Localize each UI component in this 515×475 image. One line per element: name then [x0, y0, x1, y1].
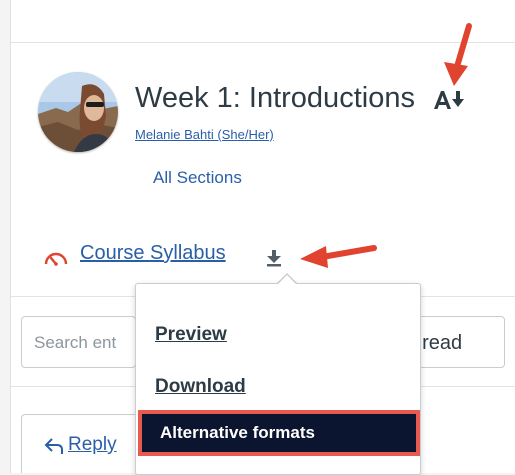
menu-item-preview[interactable]: Preview: [155, 324, 227, 346]
avatar[interactable]: [38, 72, 118, 152]
accessibility-download-icon[interactable]: [432, 88, 468, 112]
reply-link[interactable]: Reply: [68, 434, 117, 456]
download-icon[interactable]: [264, 248, 284, 268]
search-input[interactable]: Search ent: [21, 316, 136, 368]
gauge-icon: [44, 252, 68, 266]
annotation-arrow-icon: [300, 245, 377, 268]
menu-item-download[interactable]: Download: [155, 376, 246, 398]
course-syllabus-link[interactable]: Course Syllabus: [80, 242, 226, 265]
annotation-arrow-icon: [444, 23, 472, 86]
topic-title: Week 1: Introductions: [135, 82, 415, 114]
menu-item-label: Alternative formats: [160, 423, 315, 442]
author-link[interactable]: Melanie Bahti (She/Her): [135, 127, 274, 142]
reply-label: Reply: [68, 434, 117, 455]
menu-caret-inner: [277, 275, 297, 285]
menu-item-alternative-formats[interactable]: Alternative formats: [138, 410, 420, 456]
reply-icon: [44, 438, 63, 454]
sections-label: All Sections: [153, 168, 242, 187]
